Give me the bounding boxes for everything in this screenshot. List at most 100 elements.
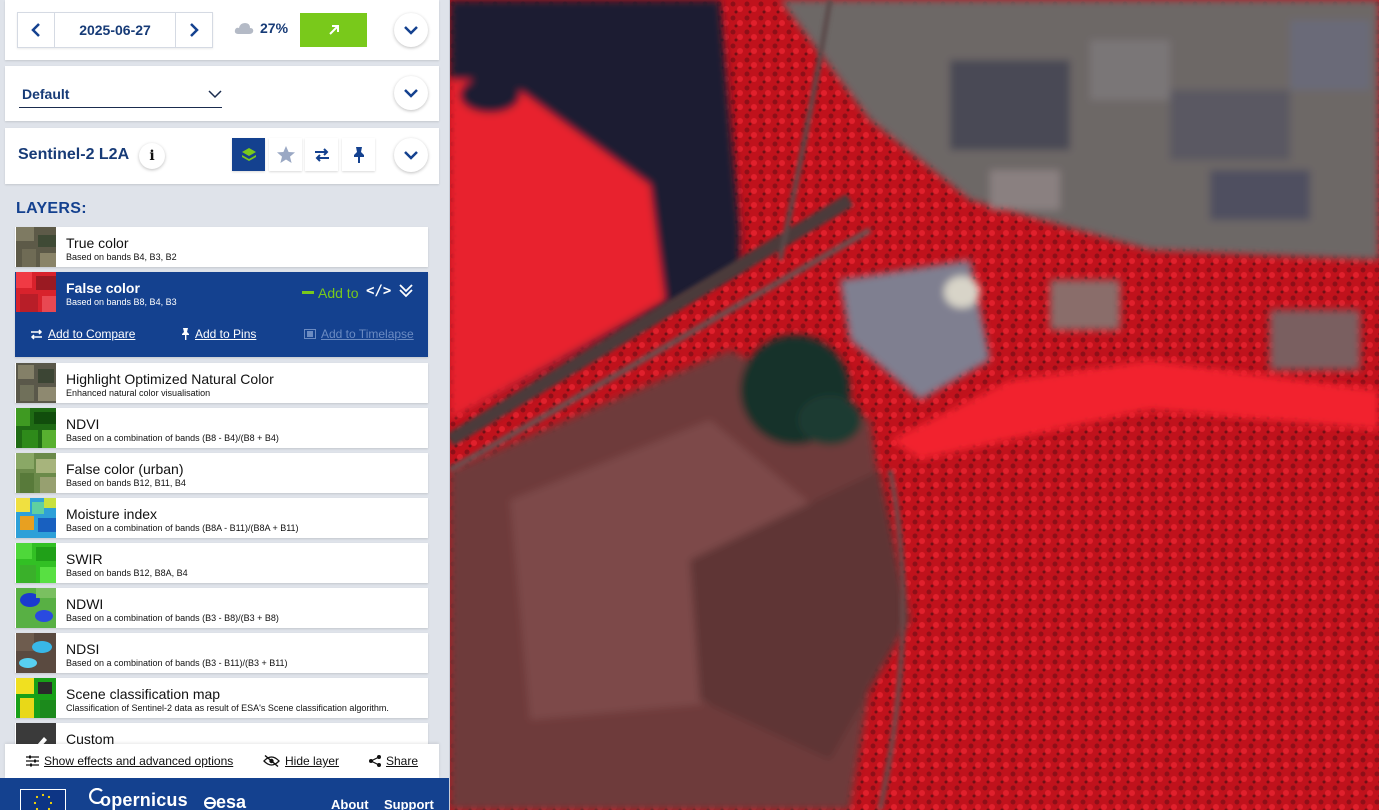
support-link[interactable]: Support — [384, 797, 434, 810]
theme-panel: Default — [5, 66, 439, 121]
previous-date-button[interactable] — [18, 13, 54, 47]
esa-logo[interactable]: esa — [204, 792, 246, 810]
layer-item-true-color[interactable]: True color Based on bands B4, B3, B2 — [15, 227, 428, 267]
swap-arrows-icon — [30, 328, 43, 340]
layer-title: SWIR — [66, 551, 103, 567]
about-link[interactable]: About — [331, 797, 369, 810]
sidebar: 2025-06-27 27% Default Sentinel-2 L2A i … — [0, 0, 450, 810]
next-date-button[interactable] — [176, 13, 212, 47]
show-effects-label: Show effects and advanced options — [44, 754, 234, 768]
compare-tab-button[interactable] — [305, 138, 338, 171]
layer-item-false-color-urban[interactable]: False color (urban) Based on bands B12, … — [15, 453, 428, 493]
cloud-icon — [234, 23, 254, 34]
hide-layer-label: Hide layer — [285, 754, 340, 768]
double-chevron-down-icon — [399, 284, 413, 298]
expand-layer-button[interactable] — [398, 283, 414, 304]
layer-description: Based on a combination of bands (B8A - B… — [66, 523, 299, 533]
layer-description: Based on bands B12, B11, B4 — [66, 478, 186, 488]
share-label: Share — [386, 754, 419, 768]
layer-title: True color — [66, 235, 129, 251]
eu-stars-icon — [33, 793, 53, 810]
esa-text: esa — [216, 792, 247, 810]
layer-item-ndwi[interactable]: NDWI Based on a combination of bands (B3… — [15, 588, 428, 628]
collection-panel: Sentinel-2 L2A i — [5, 128, 439, 184]
add-to-pins-label: Add to Pins — [195, 327, 257, 341]
collapse-theme-panel-button[interactable] — [394, 76, 428, 110]
chevron-left-icon — [31, 23, 40, 37]
add-to-compare-label: Add to Compare — [48, 327, 136, 341]
collapse-date-panel-button[interactable] — [394, 13, 428, 47]
layer-thumbnail — [16, 588, 56, 628]
layers-icon — [241, 147, 256, 161]
layer-thumbnail — [16, 363, 56, 403]
share-link[interactable]: Share — [369, 754, 418, 768]
layer-item-false-color[interactable]: False color Based on bands B8, B4, B3 Ad… — [15, 272, 428, 357]
layer-item-ndvi[interactable]: NDVI Based on a combination of bands (B8… — [15, 408, 428, 448]
layer-thumbnail — [16, 543, 56, 583]
date-panel: 2025-06-27 27% — [5, 0, 439, 60]
chevron-down-icon — [404, 89, 418, 98]
layer-item-scene-classification[interactable]: Scene classification map Classification … — [15, 678, 428, 718]
hide-layer-link[interactable]: Hide layer — [263, 754, 339, 768]
layer-thumbnail — [16, 498, 56, 538]
layer-description: Based on bands B4, B3, B2 — [66, 252, 177, 262]
add-to-menu[interactable]: Add to — [302, 285, 358, 301]
layer-title: Highlight Optimized Natural Color — [66, 371, 274, 387]
show-effects-link[interactable]: Show effects and advanced options — [26, 754, 233, 768]
layer-item-moisture-index[interactable]: Moisture index Based on a combination of… — [15, 498, 428, 538]
add-to-timelapse-link: Add to Timelapse — [304, 327, 414, 341]
date-input[interactable]: 2025-06-27 — [54, 13, 176, 47]
layer-description: Based on bands B12, B8A, B4 — [66, 568, 188, 578]
info-icon[interactable]: i — [139, 143, 165, 169]
film-icon — [304, 329, 316, 339]
selected-layer-actions: Add to Compare Add to Pins Add to Timela… — [15, 327, 428, 349]
add-to-compare-link[interactable]: Add to Compare — [30, 327, 135, 341]
layer-item-ndsi[interactable]: NDSI Based on a combination of bands (B3… — [15, 633, 428, 673]
layer-thumbnail — [16, 633, 56, 673]
layer-description: Classification of Sentinel-2 data as res… — [66, 703, 389, 713]
layer-title: NDSI — [66, 641, 100, 657]
chevron-right-icon — [190, 23, 199, 37]
collapse-collection-panel-button[interactable] — [394, 138, 428, 172]
star-icon — [276, 145, 295, 163]
layer-thumbnail — [16, 272, 56, 312]
layer-description: Based on a combination of bands (B8 - B4… — [66, 433, 279, 443]
layer-thumbnail — [16, 453, 56, 493]
layer-title: Scene classification map — [66, 686, 221, 702]
layers-tab-button[interactable] — [232, 138, 265, 171]
layer-title: False color — [66, 280, 140, 296]
favorites-tab-button[interactable] — [269, 138, 302, 171]
layers-heading: LAYERS: — [16, 200, 87, 217]
theme-select[interactable]: Default — [19, 81, 222, 108]
copernicus-text: opernicus — [100, 790, 188, 810]
layer-title: NDVI — [66, 416, 100, 432]
copernicus-logo[interactable]: opernicus — [89, 788, 188, 810]
add-to-label: Add to — [318, 285, 359, 301]
layer-thumbnail — [16, 408, 56, 448]
visualize-button[interactable] — [300, 13, 367, 47]
sliders-icon — [26, 755, 39, 767]
layer-thumbnail — [16, 678, 56, 718]
layer-item-highlight-optimized[interactable]: Highlight Optimized Natural Color Enhanc… — [15, 363, 428, 403]
collection-title: Sentinel-2 L2A — [18, 146, 130, 163]
chevron-down-icon — [208, 89, 222, 98]
copernicus-c-icon — [89, 788, 103, 804]
chevron-down-icon — [404, 26, 418, 35]
pin-icon — [182, 328, 189, 340]
satellite-map[interactable] — [450, 0, 1379, 810]
layer-description: Based on a combination of bands (B3 - B8… — [66, 613, 279, 623]
theme-select-value: Default — [22, 86, 70, 102]
cloud-coverage[interactable]: 27% — [234, 20, 288, 36]
esa-e-icon — [204, 797, 216, 809]
layer-options-bar: Show effects and advanced options Hide l… — [5, 744, 439, 778]
false-color-imagery — [450, 0, 1379, 810]
pins-tab-button[interactable] — [342, 138, 375, 171]
layer-title: Moisture index — [66, 506, 158, 522]
layer-item-swir[interactable]: SWIR Based on bands B12, B8A, B4 — [15, 543, 428, 583]
share-icon — [369, 755, 381, 767]
code-icon[interactable]: </> — [366, 283, 391, 299]
layer-description: Based on bands B8, B4, B3 — [66, 297, 177, 307]
layer-description: Enhanced natural color visualisation — [66, 388, 211, 398]
date-navigator: 2025-06-27 — [17, 12, 213, 48]
add-to-pins-link[interactable]: Add to Pins — [181, 327, 256, 341]
